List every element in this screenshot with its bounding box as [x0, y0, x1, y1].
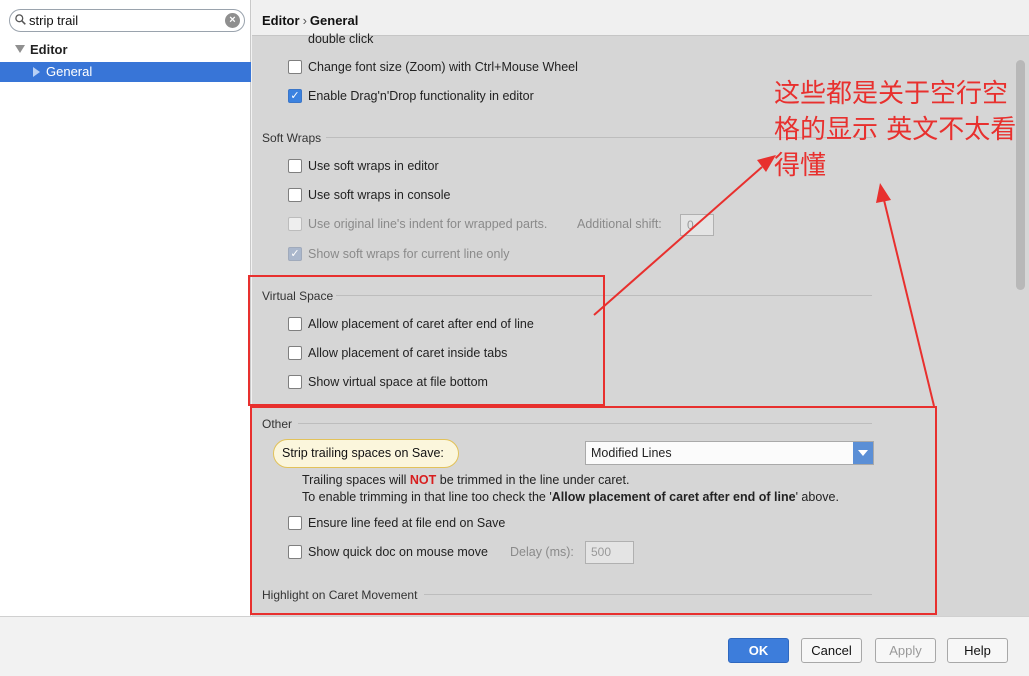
strip-trailing-label-highlight: Strip trailing spaces on Save:: [273, 439, 459, 468]
soft-wraps-title: Soft Wraps: [262, 131, 322, 145]
breadcrumb-parent: Editor: [262, 13, 300, 28]
search-icon: [15, 14, 26, 25]
strip-trailing-label: Strip trailing spaces on Save:: [282, 446, 444, 460]
highlight-title: Highlight on Caret Movement: [262, 588, 418, 602]
virtual-space-title: Virtual Space: [262, 289, 334, 303]
settings-content-pane: Editor › General double click Change font …: [252, 0, 1029, 616]
dragdrop-checkbox[interactable]: ✓: [288, 89, 302, 103]
tree-item-editor[interactable]: Editor: [0, 40, 251, 60]
delay-label: Delay (ms):: [510, 545, 574, 559]
soft-wraps-console-checkbox[interactable]: [288, 188, 302, 202]
additional-shift-input[interactable]: 0: [680, 214, 714, 236]
note-text: ' above.: [795, 490, 839, 504]
line-feed-checkbox[interactable]: [288, 516, 302, 530]
soft-wraps-editor-label: Use soft wraps in editor: [308, 159, 439, 173]
section-divider: [326, 137, 872, 138]
delay-input[interactable]: 500: [585, 541, 634, 564]
strip-trailing-value: Modified Lines: [591, 446, 672, 460]
truncated-option-text: double click: [308, 32, 374, 46]
section-divider: [424, 594, 872, 595]
quick-doc-checkbox[interactable]: [288, 545, 302, 559]
breadcrumb: Editor › General: [262, 13, 358, 28]
dialog-button-bar: OK Cancel Apply Help: [0, 616, 1029, 676]
tree-item-general[interactable]: General: [0, 62, 251, 82]
zoom-label: Change font size (Zoom) with Ctrl+Mouse …: [308, 60, 578, 74]
note-text: Trailing spaces will: [302, 473, 410, 487]
zoom-checkbox[interactable]: [288, 60, 302, 74]
additional-shift-label: Additional shift:: [577, 217, 662, 231]
caret-inside-tabs-checkbox[interactable]: [288, 346, 302, 360]
line-feed-label: Ensure line feed at file end on Save: [308, 516, 506, 530]
apply-button[interactable]: Apply: [875, 638, 936, 663]
note-text: be trimmed in the line under caret.: [436, 473, 630, 487]
settings-search-box[interactable]: strip trail ×: [9, 9, 245, 32]
note-emphasis: Allow placement of caret after end of li…: [551, 490, 796, 504]
dragdrop-label: Enable Drag'n'Drop functionality in edit…: [308, 89, 534, 103]
tree-item-general-label: General: [46, 64, 93, 79]
search-input[interactable]: strip trail: [29, 13, 78, 28]
chevron-down-icon[interactable]: [853, 442, 873, 464]
section-divider: [336, 295, 872, 296]
wrap-indent-checkbox[interactable]: [288, 217, 302, 231]
help-button[interactable]: Help: [947, 638, 1008, 663]
note-text: To enable trimming in that line too chec…: [302, 490, 552, 504]
breadcrumb-current: General: [309, 13, 359, 28]
settings-tree-pane: strip trail × Editor General: [0, 0, 251, 616]
soft-wraps-console-label: Use soft wraps in console: [308, 188, 451, 202]
tree-item-editor-label: Editor: [30, 42, 68, 57]
caret-after-eol-label: Allow placement of caret after end of li…: [308, 317, 534, 331]
note-emphasis: NOT: [409, 473, 437, 487]
expanded-triangle-icon[interactable]: [15, 45, 25, 53]
soft-wraps-editor-checkbox[interactable]: [288, 159, 302, 173]
cancel-button[interactable]: Cancel: [801, 638, 862, 663]
current-line-wraps-label: Show soft wraps for current line only: [308, 247, 510, 261]
clear-icon[interactable]: ×: [225, 13, 240, 28]
current-line-wraps-checkbox[interactable]: ✓: [288, 247, 302, 261]
other-title: Other: [262, 417, 293, 431]
breadcrumb-separator: ›: [302, 13, 307, 28]
section-divider: [298, 423, 872, 424]
wrap-indent-label: Use original line's indent for wrapped p…: [308, 217, 548, 231]
caret-after-eol-checkbox[interactable]: [288, 317, 302, 331]
collapsed-triangle-icon[interactable]: [33, 67, 40, 77]
caret-inside-tabs-label: Allow placement of caret inside tabs: [308, 346, 508, 360]
trailing-note-line1: Trailing spaces will NOT be trimmed in t…: [302, 473, 629, 487]
strip-trailing-select[interactable]: Modified Lines: [585, 441, 874, 465]
virtual-space-bottom-checkbox[interactable]: [288, 375, 302, 389]
ok-button[interactable]: OK: [728, 638, 789, 663]
quick-doc-label: Show quick doc on mouse move: [308, 545, 488, 559]
settings-header: Editor › General: [252, 0, 1029, 36]
virtual-space-bottom-label: Show virtual space at file bottom: [308, 375, 488, 389]
trailing-note-line2: To enable trimming in that line too chec…: [302, 490, 839, 504]
vertical-scrollbar[interactable]: [1016, 60, 1025, 290]
